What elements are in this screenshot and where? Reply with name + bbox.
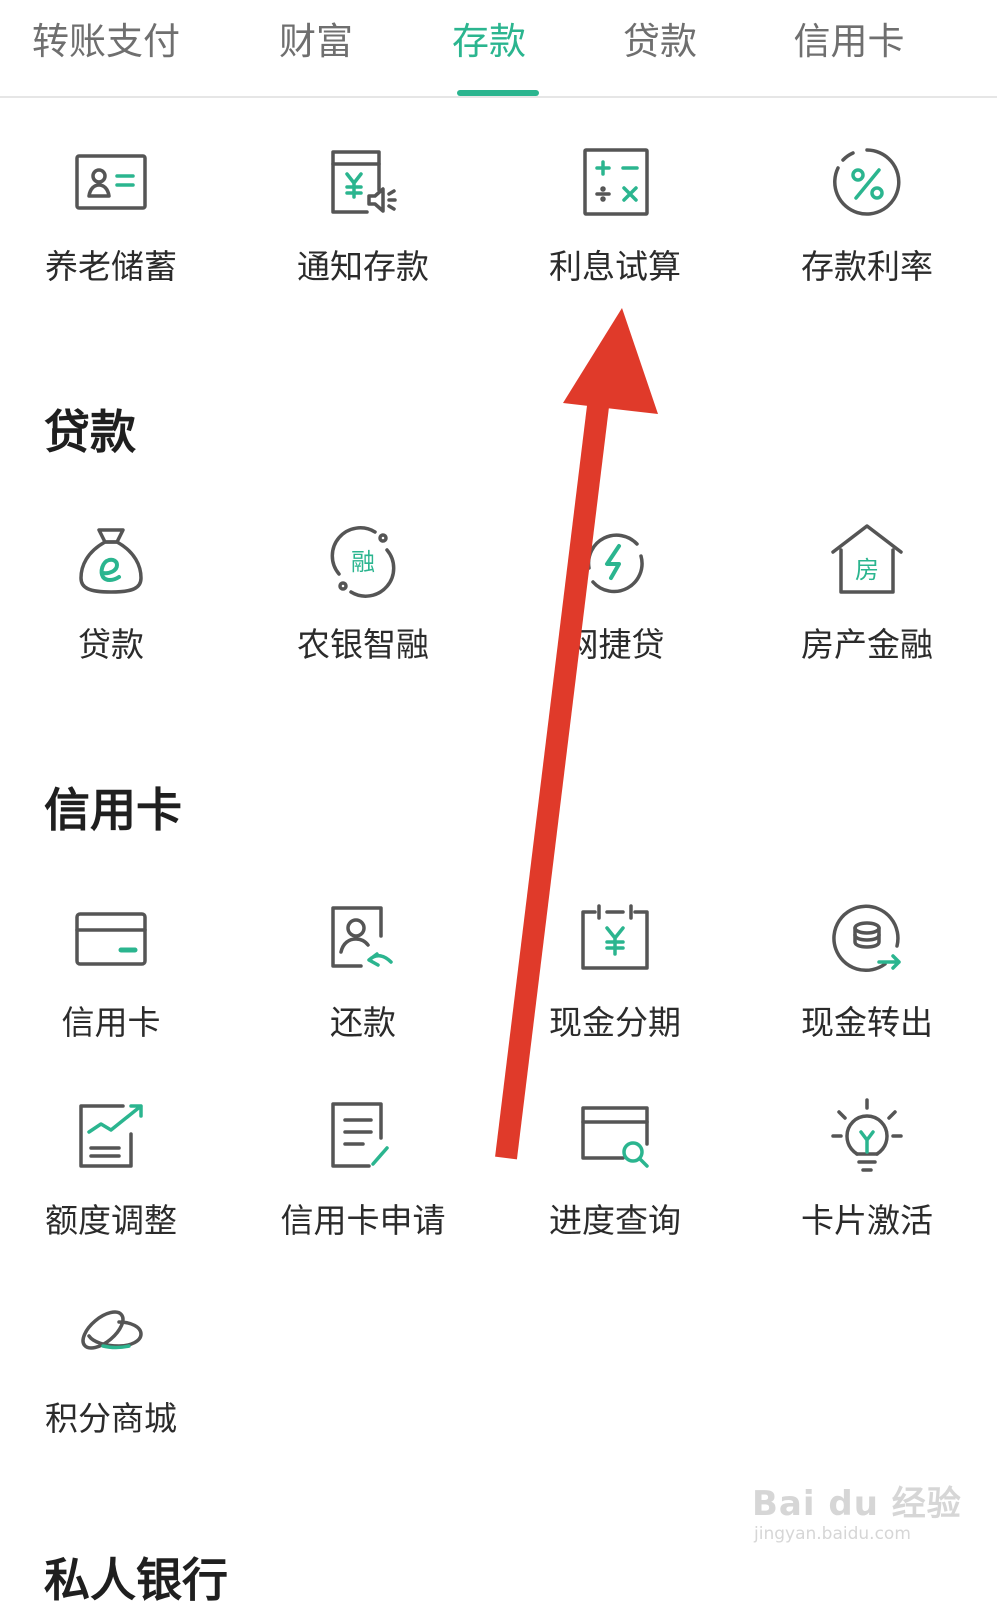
tile-notice-deposit[interactable]: 通知存款 — [243, 140, 483, 310]
tile-loan[interactable]: 贷款 — [0, 518, 231, 688]
installment-icon — [571, 896, 659, 984]
tile-label: 通知存款 — [297, 247, 429, 286]
watermark-url-text: jingyan.baidu.com — [754, 1524, 911, 1544]
cash-transfer-icon — [823, 896, 911, 984]
tile-label: 养老储蓄 — [45, 247, 177, 286]
tile-label: 还款 — [330, 1003, 396, 1042]
progress-query-icon — [571, 1094, 659, 1182]
tile-label: 信用卡 — [61, 1003, 161, 1042]
tile-label: 进度查询 — [549, 1201, 681, 1240]
section-title-credit-card: 信用卡 — [44, 783, 182, 837]
smart-finance-icon: 融 — [319, 518, 407, 606]
tab-wealth[interactable]: 财富 — [279, 14, 353, 74]
tab-loan[interactable]: 贷款 — [623, 14, 697, 74]
notice-deposit-icon — [319, 140, 407, 228]
tile-label: 网捷贷 — [565, 625, 665, 664]
svg-text:房: 房 — [855, 556, 879, 584]
tile-housing-finance[interactable]: 房 房产金融 — [747, 518, 987, 688]
watermark-main-text: Bai du 经验 — [752, 1484, 962, 1524]
svg-text:融: 融 — [351, 548, 375, 576]
baidu-jingyan-watermark: Bai du 经验 jingyan.baidu.com — [752, 1466, 972, 1566]
limit-adjust-icon — [67, 1094, 155, 1182]
top-tab-bar: 转账支付 财富 存款 贷款 信用卡 — [0, 0, 997, 98]
tile-cash-installment[interactable]: 现金分期 — [495, 896, 735, 1066]
tile-smart-finance[interactable]: 融 农银智融 — [243, 518, 483, 688]
tile-label: 现金分期 — [549, 1003, 681, 1042]
section-title-private-banking: 私人银行 — [44, 1553, 228, 1607]
tile-label: 农银智融 — [297, 625, 429, 664]
section-title-loan: 贷款 — [44, 405, 136, 459]
tile-label: 贷款 — [78, 625, 144, 664]
tab-credit-card[interactable]: 信用卡 — [794, 14, 905, 74]
tile-deposit-rate[interactable]: 存款利率 — [747, 140, 987, 310]
tile-label: 房产金融 — [801, 625, 933, 664]
tile-points-mall[interactable]: 积分商城 — [0, 1292, 231, 1462]
tile-quick-loan[interactable]: 网捷贷 — [495, 518, 735, 688]
card-application-icon — [319, 1094, 407, 1182]
tile-pension-savings[interactable]: 养老储蓄 — [0, 140, 231, 310]
tab-transfer-payment[interactable]: 转账支付 — [32, 14, 180, 74]
money-bag-icon — [67, 518, 155, 606]
tile-limit-adjust[interactable]: 额度调整 — [0, 1094, 231, 1264]
tile-card-application[interactable]: 信用卡申请 — [243, 1094, 483, 1264]
tile-repayment[interactable]: 还款 — [243, 896, 483, 1066]
house-icon: 房 — [823, 518, 911, 606]
tile-card-activation[interactable]: 卡片激活 — [747, 1094, 987, 1264]
tile-label: 利息试算 — [549, 247, 681, 286]
tile-label: 信用卡申请 — [280, 1201, 446, 1240]
active-tab-indicator — [457, 90, 539, 96]
tile-credit-card[interactable]: 信用卡 — [0, 896, 231, 1066]
tile-label: 现金转出 — [801, 1003, 933, 1042]
pension-savings-icon — [67, 140, 155, 228]
tile-cash-transfer[interactable]: 现金转出 — [747, 896, 987, 1066]
tile-label: 额度调整 — [45, 1201, 177, 1240]
tile-label: 积分商城 — [45, 1399, 177, 1438]
tile-progress-query[interactable]: 进度查询 — [495, 1094, 735, 1264]
tile-label: 存款利率 — [801, 247, 933, 286]
percent-icon — [823, 140, 911, 228]
tile-interest-calculator[interactable]: 利息试算 — [495, 140, 735, 310]
tab-deposit[interactable]: 存款 — [452, 14, 526, 74]
tile-label: 卡片激活 — [801, 1201, 933, 1240]
repayment-icon — [319, 896, 407, 984]
credit-card-icon — [67, 896, 155, 984]
points-mall-icon — [67, 1292, 155, 1380]
card-activation-icon — [823, 1094, 911, 1182]
calculator-icon — [571, 140, 659, 228]
lightning-loan-icon — [571, 518, 659, 606]
